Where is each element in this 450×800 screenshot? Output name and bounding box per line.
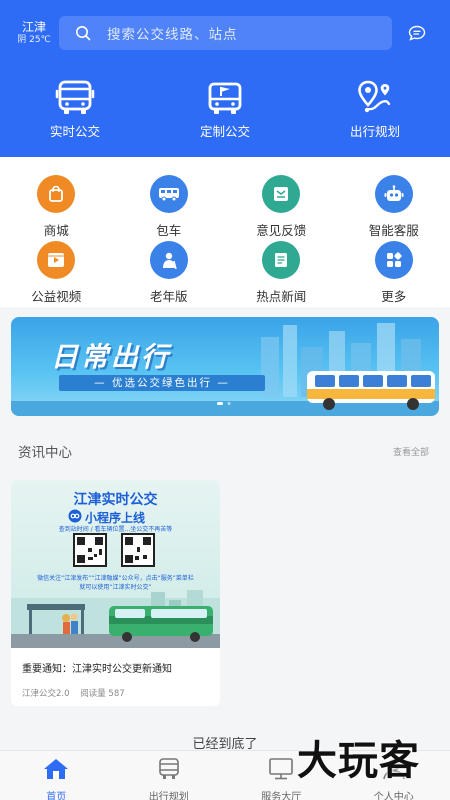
message-icon[interactable]	[405, 22, 429, 44]
grid-item-feedback[interactable]: 意见反馈	[225, 175, 338, 241]
home-icon	[43, 758, 69, 784]
grid-item-more[interactable]: 更多	[338, 241, 450, 307]
news-image-note: 微信关注“江津发布”“江津融媒”公众号，点击“服务”菜单栏	[37, 575, 194, 582]
news-icon	[262, 241, 301, 279]
monitor-icon	[268, 758, 294, 784]
route-pin-icon	[355, 78, 395, 116]
grid-item-video[interactable]: 公益视频	[0, 241, 113, 307]
news-heading: 资讯中心	[18, 445, 72, 461]
grid-item-ai-service[interactable]: 智能客服	[338, 175, 450, 241]
header: 江津 阴 25℃ 搜索公交线路、站点 实时公交 定制公交 出行规划	[0, 0, 450, 157]
grid-label: 公益视频	[31, 289, 82, 304]
tab-home[interactable]: 首页	[0, 751, 113, 800]
tab-label: 出行规划	[148, 792, 189, 800]
news-read-count: 阅读量 587	[80, 689, 125, 699]
qr-code-image	[121, 533, 155, 567]
nav-label: 定制公交	[199, 124, 250, 139]
shopping-bag-icon	[37, 175, 76, 213]
service-grid: 商城 包车 意见反馈 智能客服 公益视频 老年版 热点新闻 更多	[0, 157, 450, 307]
grid-item-elderly[interactable]: 老年版	[113, 241, 226, 307]
news-image: 江津实时公交 小程序上线 查到站时间 / 看车辆位置...坐公交不再苦等 微信关…	[11, 480, 220, 648]
grid-label: 更多	[381, 289, 407, 304]
news-source: 江津公交2.0	[22, 689, 70, 699]
news-card[interactable]: 江津实时公交 小程序上线 查到站时间 / 看车辆位置...坐公交不再苦等 微信关…	[11, 480, 220, 706]
miniprogram-icon	[68, 509, 82, 523]
custom-bus-icon	[205, 78, 245, 116]
news-image-tagline: 查到站时间 / 看车辆位置...坐公交不再苦等	[58, 526, 173, 533]
news-meta: 江津公交2.0 阅读量 587	[22, 687, 133, 699]
grid-label: 包车	[156, 223, 182, 238]
nav-trip-plan[interactable]: 出行规划	[300, 78, 450, 142]
top-nav: 实时公交 定制公交 出行规划	[0, 78, 450, 142]
bus-icon	[157, 758, 181, 784]
tab-label: 服务大厅	[261, 792, 302, 800]
grid-label: 老年版	[149, 289, 188, 304]
nav-label: 实时公交	[49, 124, 100, 139]
nav-realtime-bus[interactable]: 实时公交	[0, 78, 150, 142]
tab-label: 个人中心	[373, 792, 414, 800]
grid-label: 智能客服	[368, 223, 419, 238]
grid-item-hot-news[interactable]: 热点新闻	[225, 241, 338, 307]
banner-title: 日常出行	[51, 342, 171, 373]
charter-bus-icon	[149, 175, 188, 213]
nav-label: 出行规划	[349, 124, 400, 139]
bus-stop-illustration	[11, 590, 220, 648]
news-headline: 重要通知：江津实时公交更新通知	[22, 664, 172, 675]
elderly-icon	[149, 241, 188, 279]
carousel-dots[interactable]	[217, 401, 237, 407]
promo-banner[interactable]: 日常出行 — 优选公交绿色出行 —	[11, 317, 439, 416]
search-placeholder: 搜索公交线路、站点	[107, 27, 238, 43]
weather-text: 阴 25℃	[17, 35, 51, 45]
search-icon	[63, 16, 103, 50]
video-icon	[37, 241, 76, 279]
grid-label: 热点新闻	[256, 289, 307, 304]
qr-code-image	[73, 533, 107, 567]
grid-item-mall[interactable]: 商城	[0, 175, 113, 241]
nav-custom-bus[interactable]: 定制公交	[150, 78, 300, 142]
grid-label: 意见反馈	[256, 223, 307, 238]
search-input[interactable]: 搜索公交线路、站点	[59, 16, 392, 50]
city-weather[interactable]: 江津 阴 25℃	[14, 20, 54, 46]
banner-subtitle: — 优选公交绿色出行 —	[59, 375, 265, 391]
news-image-subtitle: 小程序上线	[85, 511, 146, 525]
grid-item-charter[interactable]: 包车	[113, 175, 226, 241]
robot-icon	[374, 175, 413, 213]
tab-trip-plan[interactable]: 出行规划	[113, 751, 226, 800]
more-icon	[374, 241, 413, 279]
grid-label: 商城	[43, 223, 69, 238]
feedback-icon	[262, 175, 301, 213]
bus-front-icon	[55, 78, 95, 116]
tab-label: 首页	[46, 792, 67, 800]
view-all-link[interactable]: 查看全部	[393, 445, 429, 458]
city-name[interactable]: 江津	[14, 20, 54, 34]
news-image-title: 江津实时公交	[73, 492, 158, 508]
watermark-logo: 大玩客	[297, 738, 420, 784]
